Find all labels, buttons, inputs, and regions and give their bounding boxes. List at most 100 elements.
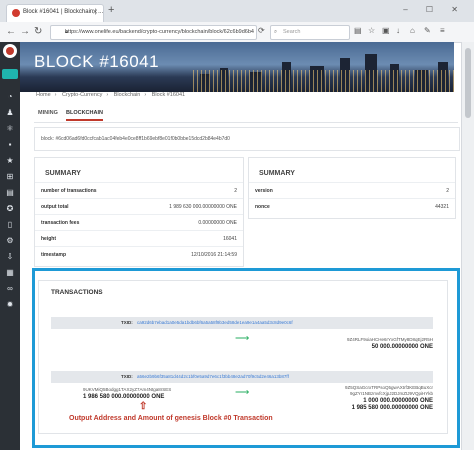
section-tabs: MINING BLOCKCHAIN bbox=[34, 106, 458, 123]
dashboard-icon[interactable]: ◔ bbox=[4, 92, 16, 102]
browser-navbar: ← → ↻ 🔒︎ https://www.onelife.eu/backend/… bbox=[0, 22, 474, 43]
favorites-icon[interactable]: ★ bbox=[4, 156, 16, 166]
table-row: transaction fees 0.00000000 ONE bbox=[35, 214, 243, 231]
tab-mining[interactable]: MINING bbox=[38, 110, 58, 116]
txid-bar: TXID: ca92d6b7ebad1a0e5da1bdb6bf6a5a58f9… bbox=[51, 317, 433, 329]
summary-title: SUMMARY bbox=[259, 170, 295, 177]
url-text: https://www.onelife.eu/backend/crypto-cu… bbox=[65, 29, 254, 35]
row-value: 44321 bbox=[435, 204, 449, 210]
breadcrumb-blockchain[interactable]: Blockchain bbox=[114, 92, 141, 98]
link-icon[interactable]: ∞ bbox=[4, 284, 16, 294]
input-amount: 1 986 580 000.00000000 ONE bbox=[83, 394, 165, 400]
finance-icon[interactable]: ▪ bbox=[4, 140, 16, 150]
page-scrollbar[interactable] bbox=[461, 42, 474, 450]
new-tab-button[interactable]: + bbox=[108, 4, 114, 16]
settings-icon[interactable]: ⚙ bbox=[4, 236, 16, 246]
search-input[interactable]: ⌕ Search bbox=[270, 25, 350, 40]
annotation-note: Output Address and Amount of genesis Blo… bbox=[69, 415, 273, 422]
output-amount: 50 000.00000000 ONE bbox=[371, 344, 433, 350]
sidebar-toggle[interactable] bbox=[2, 69, 18, 79]
address-bar[interactable]: 🔒︎ https://www.onelife.eu/backend/crypto… bbox=[50, 25, 257, 40]
wallet-icon[interactable]: ▤ bbox=[4, 188, 16, 198]
row-label: number of transactions bbox=[41, 188, 97, 194]
user-icon[interactable]: ♟ bbox=[4, 108, 16, 118]
summary-panel-left: SUMMARY number of transactions 2 output … bbox=[34, 157, 244, 267]
layout-icon[interactable]: ▦ bbox=[4, 268, 16, 278]
row-value: 12/10/2016 21:14:59 bbox=[191, 252, 237, 258]
reload-icon[interactable]: ↻ bbox=[34, 26, 42, 37]
output-address[interactable]: 9gZYr1NBzmvfcXjpJ2DJmZtJ9VQpiHYkb bbox=[350, 391, 433, 396]
breadcrumb-home[interactable]: Home bbox=[36, 92, 51, 98]
output-address[interactable]: 9Z4RLF9oiaHCHe6rYxGfTMy8D8qEj2R5H bbox=[347, 337, 433, 342]
site-favicon-icon bbox=[12, 9, 20, 17]
table-row: version 2 bbox=[249, 182, 455, 199]
row-label: nonce bbox=[255, 204, 270, 210]
tab-blockchain[interactable]: BLOCKCHAIN bbox=[66, 110, 103, 121]
summary-panel-right: SUMMARY version 2 nonce 44321 bbox=[248, 157, 456, 219]
table-row: height 16041 bbox=[35, 230, 243, 247]
transactions-title: TRANSACTIONS bbox=[51, 289, 103, 296]
download-icon[interactable]: ↓ bbox=[396, 26, 400, 35]
page-actions-icon[interactable]: ⟳ bbox=[258, 26, 265, 35]
row-value: 0.00000000 ONE bbox=[198, 220, 237, 226]
bookmark-star-icon[interactable]: ☆ bbox=[368, 26, 375, 35]
app-logo-icon[interactable] bbox=[3, 44, 17, 58]
row-label: output total bbox=[41, 204, 69, 210]
row-value: 1 989 630 000.00000000 ONE bbox=[169, 204, 237, 210]
output-amount: 1 985 580 000.00000000 ONE bbox=[351, 405, 433, 411]
bookmarks-icon[interactable]: ▣ bbox=[382, 26, 390, 35]
back-icon[interactable]: ← bbox=[6, 26, 16, 37]
txid-label: TXID: bbox=[121, 320, 133, 325]
forward-icon[interactable]: → bbox=[20, 26, 30, 37]
network-icon[interactable]: ⚛ bbox=[4, 124, 16, 134]
row-value: 16041 bbox=[223, 236, 237, 242]
search-icon: ⌕ bbox=[274, 29, 278, 35]
transactions-panel: TRANSACTIONS TXID: ca92d6b7ebad1a0e5da1b… bbox=[38, 280, 448, 434]
extension-icon[interactable]: ✎ bbox=[424, 26, 431, 35]
txid-link[interactable]: a56e2b9b6f35a81d44d2c1bf0e5a9d7e6c1f3bb4… bbox=[137, 374, 289, 379]
txid-bar: TXID: a56e2b9b6f35a81d44d2c1bf0e5a9d7e6c… bbox=[51, 371, 433, 383]
annotation-arrow-icon: ⇧ bbox=[139, 401, 148, 412]
badge-icon[interactable]: ✪ bbox=[4, 204, 16, 214]
browser-tab-bar: Block #16041 | Blockchain | ... ✕ + – ☐ … bbox=[0, 0, 474, 23]
menu-icon[interactable]: ≡ bbox=[440, 26, 445, 35]
row-label: version bbox=[255, 188, 273, 194]
browser-tab[interactable]: Block #16041 | Blockchain | ... ✕ bbox=[6, 4, 104, 22]
breadcrumb-crypto-currency[interactable]: Crypto-Currency bbox=[62, 92, 102, 98]
block-hash-bar: block: #6cd06ad6fd0ccfcab1ac04feb4e0ce8f… bbox=[34, 127, 460, 151]
close-tab-icon[interactable]: ✕ bbox=[92, 8, 98, 16]
search-placeholder: Search bbox=[283, 29, 301, 35]
output-amount: 1 000 000.00000000 ONE bbox=[363, 398, 433, 404]
gear-icon[interactable]: ✹ bbox=[4, 300, 16, 310]
window-controls[interactable]: – ☐ ✕ bbox=[403, 5, 466, 14]
city-lights bbox=[190, 70, 454, 92]
breadcrumb-current: Block #16041 bbox=[151, 92, 186, 98]
cart-icon[interactable]: ⊞ bbox=[4, 172, 16, 182]
row-value: 2 bbox=[446, 188, 449, 194]
txid-link[interactable]: ca92d6b7ebad1a0e5da1bdb6bf6a5a58f9b3ed58… bbox=[137, 320, 293, 325]
transfer-arrow-icon: ⟶ bbox=[235, 333, 250, 344]
txid-label: TXID: bbox=[121, 374, 133, 379]
row-value: 2 bbox=[234, 188, 237, 194]
table-row: nonce 44321 bbox=[249, 198, 455, 215]
row-label: height bbox=[41, 236, 56, 242]
row-label: timestamp bbox=[41, 252, 67, 258]
block-hash-text: block: #6cd06ad6fd0ccfcab1ac04feb4e0ce8f… bbox=[41, 136, 230, 142]
scrollbar-thumb[interactable] bbox=[465, 48, 471, 118]
page-title: BLOCK #16041 bbox=[34, 52, 160, 71]
table-row: timestamp 12/10/2016 21:14:59 bbox=[35, 246, 243, 263]
page-hero-banner: BLOCK #16041 bbox=[20, 42, 454, 92]
input-address[interactable]: 9UKVMiQ5Bodgg1TAX2yZ7Am4Ntga8rSES bbox=[83, 387, 171, 392]
table-row: output total 1 989 630 000.00000000 ONE bbox=[35, 198, 243, 215]
mobile-icon[interactable]: ▯ bbox=[4, 220, 16, 230]
app-sidebar: ◔ ♟ ⚛ ▪ ★ ⊞ ▤ ✪ ▯ ⚙ ⇩ ▦ ∞ ✹ bbox=[0, 42, 20, 450]
transfer-arrow-icon: ⟶ bbox=[235, 387, 250, 398]
download-sidebar-icon[interactable]: ⇩ bbox=[4, 252, 16, 262]
summary-title: SUMMARY bbox=[45, 170, 81, 177]
output-address[interactable]: 9Z5QSaGcrxTRPsoQ5gwAXtrf3KEBqBuXcr bbox=[345, 385, 433, 390]
table-row: number of transactions 2 bbox=[35, 182, 243, 199]
home-icon[interactable]: ⌂ bbox=[410, 26, 415, 35]
reader-icon[interactable]: ▤ bbox=[354, 26, 362, 35]
row-label: transaction fees bbox=[41, 220, 80, 226]
breadcrumb: Home › Crypto-Currency › Blockchain › Block… bbox=[36, 92, 186, 98]
